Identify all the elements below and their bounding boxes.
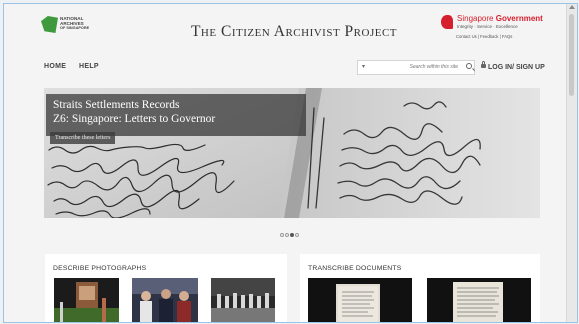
scroll-thumb[interactable]: [569, 14, 574, 96]
page: NATIONAL ARCHIVES OF SINGAPORE The Citiz…: [4, 4, 566, 322]
gov-links[interactable]: Contact Us | Feedback | FAQs: [456, 34, 512, 39]
transcribe-documents-panel: TRANSCRIBE DOCUMENTS: [300, 254, 540, 322]
gov-name-part1: Singapore: [457, 14, 494, 23]
photo-image-2: [132, 278, 198, 322]
document-image-1: [308, 278, 412, 322]
banner-title: Straits Settlements Records: [53, 99, 180, 111]
logo-text: NATIONAL ARCHIVES OF SINGAPORE: [60, 16, 89, 31]
search-scope-dropdown[interactable]: ▾: [362, 63, 365, 70]
photo-image-1: [54, 278, 119, 322]
carousel-dot-4[interactable]: [295, 233, 299, 237]
singapore-government-logo[interactable]: Singapore Government Integrity · Service…: [441, 13, 543, 43]
banner-subtitle: Z6: Singapore: Letters to Governor: [53, 113, 216, 125]
scroll-up-arrow-icon[interactable]: [569, 5, 575, 9]
banner-caption: Straits Settlements Records Z6: Singapor…: [46, 94, 306, 136]
browser-window: NATIONAL ARCHIVES OF SINGAPORE The Citiz…: [3, 3, 578, 323]
carousel-indicators: [280, 224, 300, 237]
panel-title-photographs[interactable]: DESCRIBE PHOTOGRAPHS: [53, 265, 146, 272]
login-signup-link[interactable]: LOG IN/ SIGN UP: [481, 61, 545, 71]
describe-photographs-panel: DESCRIBE PHOTOGRAPHS: [45, 254, 287, 322]
gov-name-part2: Government: [495, 14, 543, 23]
panel-title-documents[interactable]: TRANSCRIBE DOCUMENTS: [308, 265, 402, 272]
site-title: The Citizen Archivist Project: [190, 23, 398, 40]
carousel-dot-3[interactable]: [290, 233, 294, 237]
document-thumbnail-2[interactable]: [427, 278, 531, 322]
photo-thumbnail-1[interactable]: [54, 278, 119, 322]
nav-help[interactable]: HELP: [79, 63, 99, 70]
site-header: NATIONAL ARCHIVES OF SINGAPORE The Citiz…: [4, 4, 566, 52]
document-image-2: [427, 278, 531, 322]
gov-tagline: Integrity · Service · Excellence: [457, 24, 518, 29]
hero-banner[interactable]: Straits Settlements Records Z6: Singapor…: [44, 88, 540, 218]
search-icon[interactable]: [466, 63, 472, 69]
logo-line-3: OF SINGAPORE: [60, 26, 90, 30]
login-label: LOG IN/ SIGN UP: [488, 64, 545, 71]
carousel-dot-2[interactable]: [285, 233, 289, 237]
document-thumbnail-1[interactable]: [308, 278, 412, 322]
photo-thumbnail-3[interactable]: [211, 278, 275, 322]
photo-image-3: [211, 278, 275, 322]
transcribe-letters-button[interactable]: Transcribe these letters: [50, 132, 116, 144]
carousel-dot-1[interactable]: [280, 233, 284, 237]
search-input[interactable]: [372, 62, 458, 72]
lion-head-icon: [441, 15, 453, 29]
nav-home[interactable]: HOME: [44, 63, 66, 70]
photo-thumbnail-2[interactable]: [132, 278, 198, 322]
lock-icon: [481, 61, 486, 68]
logo-mark-icon: [41, 16, 58, 33]
national-archives-logo[interactable]: NATIONAL ARCHIVES OF SINGAPORE: [41, 14, 101, 36]
search-box: ▾: [357, 60, 475, 75]
gov-name: Singapore Government: [457, 14, 543, 23]
vertical-scrollbar[interactable]: [566, 4, 577, 322]
